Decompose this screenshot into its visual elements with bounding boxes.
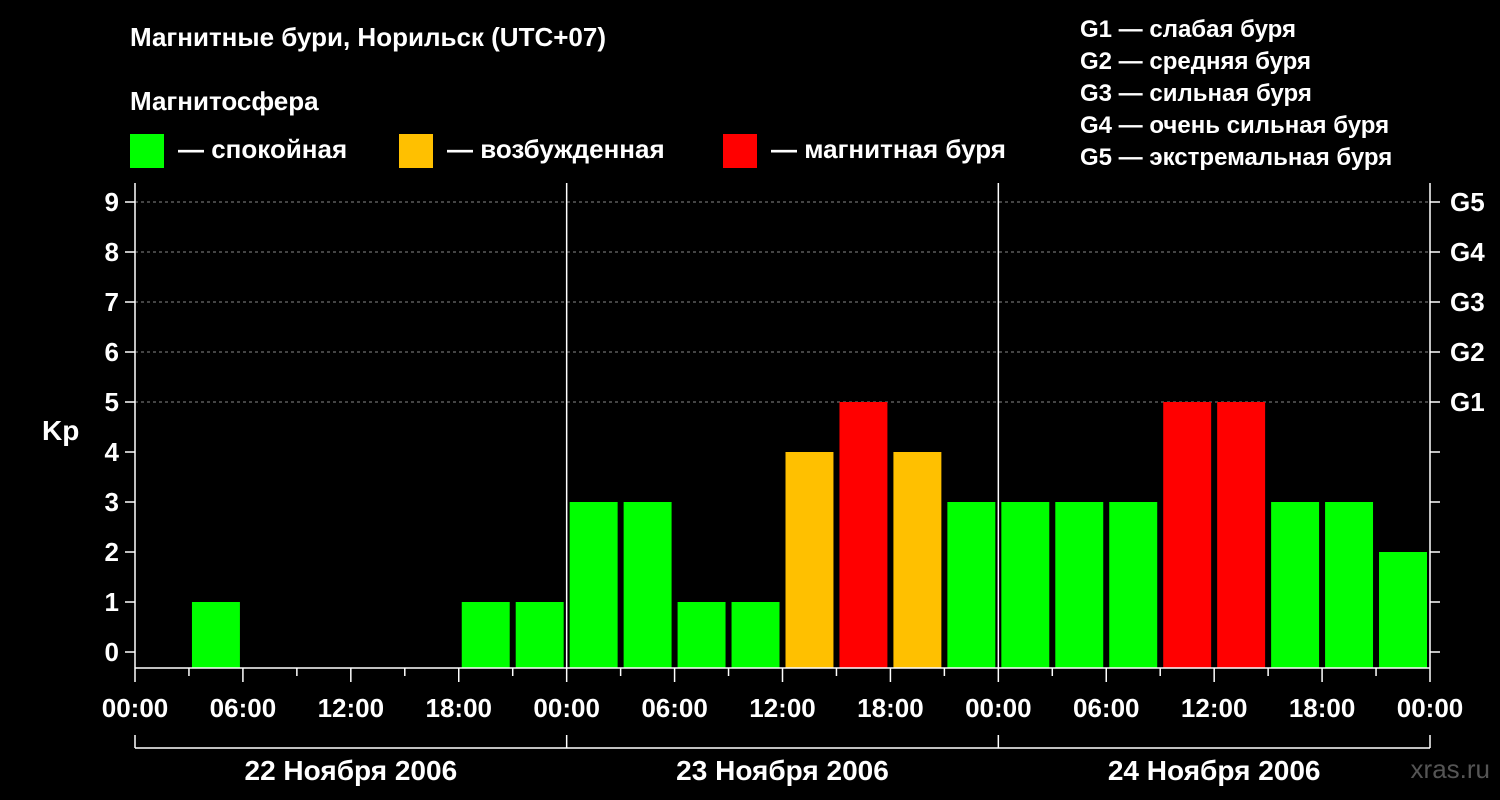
kp-bar-3 xyxy=(569,502,618,668)
x-tick-label: 12:00 xyxy=(749,693,816,723)
x-tick-label: 00:00 xyxy=(533,693,600,723)
y-tick-label: 3 xyxy=(105,487,119,517)
x-tick-label: 00:00 xyxy=(102,693,169,723)
g-tick-label: G4 xyxy=(1450,237,1485,267)
x-tick-label: 06:00 xyxy=(210,693,277,723)
x-tick-label: 18:00 xyxy=(1289,693,1356,723)
g-tick-label: G2 xyxy=(1450,337,1485,367)
kp-bar-13 xyxy=(1109,502,1158,668)
kp-bar-8 xyxy=(839,402,888,668)
y-tick-label: 1 xyxy=(105,587,119,617)
x-tick-label: 00:00 xyxy=(1397,693,1464,723)
y-tick-label: 2 xyxy=(105,537,119,567)
kp-bar-1 xyxy=(461,602,510,668)
kp-bar-15 xyxy=(1217,402,1266,668)
day-label: 23 Ноября 2006 xyxy=(676,755,889,786)
kp-bar-4 xyxy=(623,502,672,668)
kp-bar-10 xyxy=(947,502,996,668)
kp-bar-2 xyxy=(515,602,564,668)
kp-bar-6 xyxy=(731,602,780,668)
y-tick-label: 9 xyxy=(105,187,119,217)
kp-bar-0 xyxy=(191,602,240,668)
x-tick-label: 18:00 xyxy=(426,693,493,723)
y-tick-label: 8 xyxy=(105,237,119,267)
kp-bar-7 xyxy=(785,452,834,668)
x-tick-label: 00:00 xyxy=(965,693,1032,723)
kp-bar-11 xyxy=(1001,502,1050,668)
kp-bar-18 xyxy=(1379,552,1427,668)
y-tick-label: 4 xyxy=(105,437,120,467)
g-tick-label: G1 xyxy=(1450,387,1485,417)
kp-bar-16 xyxy=(1271,502,1320,668)
x-tick-label: 12:00 xyxy=(1181,693,1248,723)
x-tick-label: 06:00 xyxy=(1073,693,1140,723)
y-tick-label: 6 xyxy=(105,337,119,367)
g-tick-label: G5 xyxy=(1450,187,1485,217)
x-tick-label: 12:00 xyxy=(318,693,385,723)
y-tick-label: 5 xyxy=(105,387,119,417)
watermark: xras.ru xyxy=(1410,754,1490,784)
x-tick-label: 18:00 xyxy=(857,693,924,723)
day-label: 22 Ноября 2006 xyxy=(245,755,458,786)
kp-bar-5 xyxy=(677,602,726,668)
kp-bar-14 xyxy=(1163,402,1212,668)
x-tick-label: 06:00 xyxy=(641,693,708,723)
kp-bar-17 xyxy=(1325,502,1374,668)
y-axis-label: Kp xyxy=(42,415,79,446)
kp-bar-9 xyxy=(893,452,942,668)
kp-bar-12 xyxy=(1055,502,1104,668)
g-tick-label: G3 xyxy=(1450,287,1485,317)
kp-chart: 0 1 2 3 4 5 6 7 8 9 G1 G2 G3 G4 G5 Kp 00:00 06:00 12:00 18:… xyxy=(42,183,1485,786)
y-tick-label: 0 xyxy=(105,637,119,667)
y-tick-label: 7 xyxy=(105,287,119,317)
day-label: 24 Ноября 2006 xyxy=(1108,755,1321,786)
